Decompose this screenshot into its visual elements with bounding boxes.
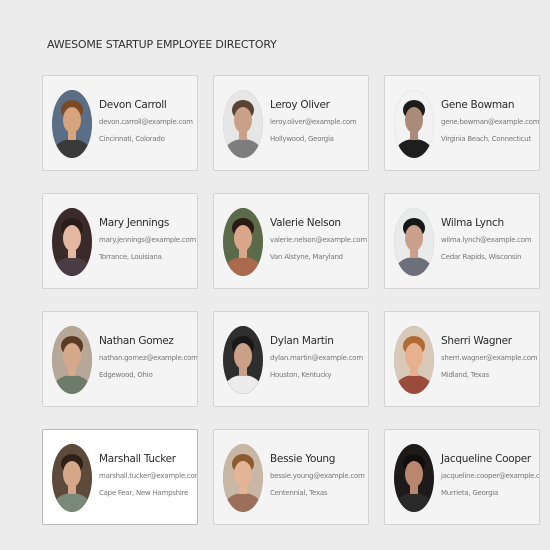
- employee-name: Bessie Young: [270, 453, 336, 465]
- portrait-photo: [394, 326, 434, 394]
- employee-location: Murrieta, Georgia: [441, 489, 499, 497]
- employee-card[interactable]: Devon Carroll devon.carroll@example.com …: [42, 75, 198, 171]
- page-title: AWESOME STARTUP EMPLOYEE DIRECTORY: [47, 38, 277, 51]
- employee-email: nathan.gomez@example.com: [99, 354, 198, 362]
- avatar: [223, 208, 263, 276]
- employee-card[interactable]: Dylan Martin dylan.martin@example.com Ho…: [213, 311, 369, 407]
- portrait-face: [63, 225, 81, 251]
- portrait-face: [405, 343, 423, 369]
- employee-email: bessie.young@example.com: [270, 472, 365, 480]
- employee-location: Cedar Rapids, Wisconsin: [441, 253, 522, 261]
- portrait-photo: [394, 208, 434, 276]
- portrait-face: [405, 225, 423, 251]
- employee-card[interactable]: Valerie Nelson valerie.nelson@example.co…: [213, 193, 369, 289]
- portrait-face: [234, 343, 252, 369]
- employee-info: Jacqueline Cooper jacqueline.cooper@exam…: [441, 452, 540, 498]
- employee-location: Centennial, Texas: [270, 489, 328, 497]
- avatar: [52, 326, 92, 394]
- portrait-photo: [52, 208, 92, 276]
- avatar: [394, 90, 434, 158]
- employee-name: Marshall Tucker: [99, 453, 176, 465]
- avatar: [394, 444, 434, 512]
- employee-card[interactable]: Wilma Lynch wilma.lynch@example.com Ceda…: [384, 193, 540, 289]
- employee-name: Wilma Lynch: [441, 217, 504, 229]
- avatar: [52, 444, 92, 512]
- portrait-photo: [223, 208, 263, 276]
- portrait-photo: [52, 90, 92, 158]
- employee-info: Marshall Tucker marshall.tucker@example.…: [99, 452, 198, 498]
- portrait-face: [234, 107, 252, 133]
- employee-location: Edgewood, Ohio: [99, 371, 153, 379]
- employee-info: Devon Carroll devon.carroll@example.com …: [99, 98, 195, 144]
- employee-grid: Devon Carroll devon.carroll@example.com …: [42, 75, 540, 525]
- employee-email: gene.bowman@example.com: [441, 118, 540, 126]
- employee-email: dylan.martin@example.com: [270, 354, 363, 362]
- avatar: [52, 208, 92, 276]
- avatar: [223, 90, 263, 158]
- employee-card[interactable]: Jacqueline Cooper jacqueline.cooper@exam…: [384, 429, 540, 525]
- avatar: [394, 326, 434, 394]
- avatar: [223, 326, 263, 394]
- portrait-face: [63, 343, 81, 369]
- employee-location: Houston, Kentucky: [270, 371, 332, 379]
- employee-info: Sherri Wagner sherri.wagner@example.com …: [441, 334, 538, 380]
- portrait-photo: [394, 90, 434, 158]
- employee-name: Gene Bowman: [441, 99, 515, 111]
- employee-location: Virginia Beach, Connecticut: [441, 135, 531, 143]
- employee-location: Torrance, Louisiana: [99, 253, 162, 261]
- portrait-face: [234, 225, 252, 251]
- portrait-photo: [223, 444, 263, 512]
- employee-info: Bessie Young bessie.young@example.com Ce…: [270, 452, 366, 498]
- employee-name: Sherri Wagner: [441, 335, 512, 347]
- employee-name: Mary Jennings: [99, 217, 170, 229]
- employee-location: Midland, Texas: [441, 371, 489, 379]
- employee-name: Jacqueline Cooper: [441, 453, 531, 465]
- avatar: [52, 90, 92, 158]
- employee-email: leroy.oliver@example.com: [270, 118, 357, 126]
- employee-email: jacqueline.cooper@example.com: [441, 472, 540, 480]
- employee-name: Valerie Nelson: [270, 217, 341, 229]
- portrait-face: [63, 107, 81, 133]
- employee-name: Dylan Martin: [270, 335, 334, 347]
- employee-email: sherri.wagner@example.com: [441, 354, 538, 362]
- employee-name: Nathan Gomez: [99, 335, 174, 347]
- employee-info: Gene Bowman gene.bowman@example.com Virg…: [441, 98, 540, 144]
- portrait-face: [234, 461, 252, 487]
- employee-name: Leroy Oliver: [270, 99, 330, 111]
- avatar: [223, 444, 263, 512]
- portrait-photo: [223, 326, 263, 394]
- employee-card[interactable]: Sherri Wagner sherri.wagner@example.com …: [384, 311, 540, 407]
- employee-name: Devon Carroll: [99, 99, 167, 111]
- employee-card[interactable]: Leroy Oliver leroy.oliver@example.com Ho…: [213, 75, 369, 171]
- portrait-face: [63, 461, 81, 487]
- employee-card[interactable]: Mary Jennings mary.jennings@example.com …: [42, 193, 198, 289]
- employee-info: Nathan Gomez nathan.gomez@example.com Ed…: [99, 334, 198, 380]
- employee-location: Van Alstyne, Maryland: [270, 253, 343, 261]
- employee-email: devon.carroll@example.com: [99, 118, 193, 126]
- portrait-face: [405, 107, 423, 133]
- employee-card[interactable]: Gene Bowman gene.bowman@example.com Virg…: [384, 75, 540, 171]
- portrait-face: [405, 461, 423, 487]
- employee-card[interactable]: Nathan Gomez nathan.gomez@example.com Ed…: [42, 311, 198, 407]
- employee-info: Dylan Martin dylan.martin@example.com Ho…: [270, 334, 366, 380]
- employee-info: Valerie Nelson valerie.nelson@example.co…: [270, 216, 367, 262]
- employee-info: Leroy Oliver leroy.oliver@example.com Ho…: [270, 98, 366, 144]
- employee-location: Hollywood, Georgia: [270, 135, 334, 143]
- employee-email: mary.jennings@example.com: [99, 236, 197, 244]
- avatar: [394, 208, 434, 276]
- employee-card[interactable]: Marshall Tucker marshall.tucker@example.…: [42, 429, 198, 525]
- employee-info: Mary Jennings mary.jennings@example.com …: [99, 216, 197, 262]
- portrait-photo: [223, 90, 263, 158]
- employee-location: Cincinnati, Colorado: [99, 135, 165, 143]
- employee-email: marshall.tucker@example.com: [99, 472, 198, 480]
- portrait-photo: [52, 444, 92, 512]
- employee-email: valerie.nelson@example.com: [270, 236, 367, 244]
- employee-card[interactable]: Bessie Young bessie.young@example.com Ce…: [213, 429, 369, 525]
- portrait-photo: [52, 326, 92, 394]
- portrait-photo: [394, 444, 434, 512]
- employee-location: Cape Fear, New Hampshire: [99, 489, 189, 497]
- employee-email: wilma.lynch@example.com: [441, 236, 532, 244]
- employee-info: Wilma Lynch wilma.lynch@example.com Ceda…: [441, 216, 537, 262]
